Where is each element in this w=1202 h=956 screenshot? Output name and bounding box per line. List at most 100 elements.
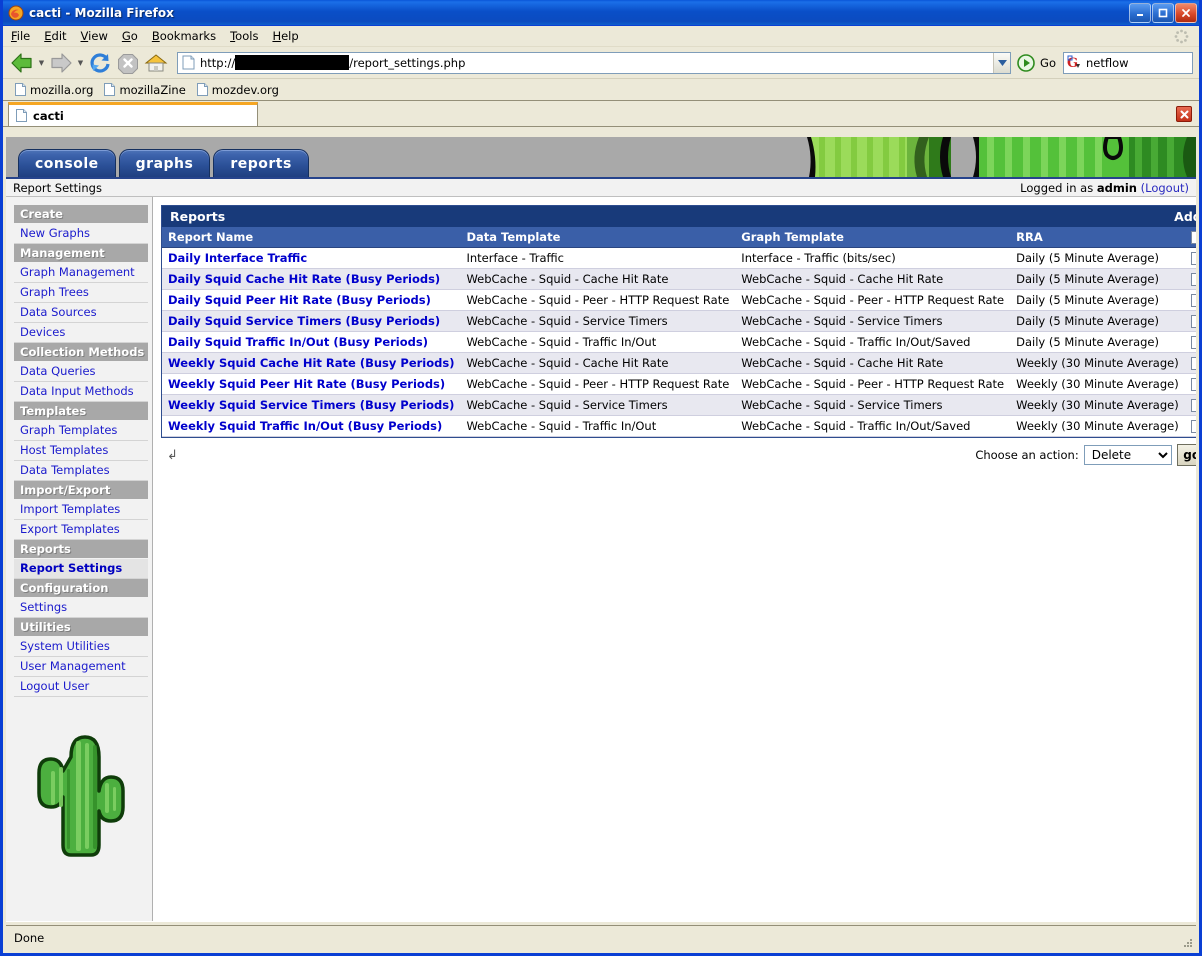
column-report-name[interactable]: Report Name <box>162 227 461 248</box>
bookmark-mozdev-org[interactable]: mozdev.org <box>193 82 283 98</box>
action-select[interactable]: Delete <box>1083 445 1172 465</box>
tab-label: cacti <box>33 108 64 123</box>
go-label[interactable]: Go <box>1040 56 1056 70</box>
report-name-link[interactable]: Weekly Squid Traffic In/Out (Busy Period… <box>168 419 442 433</box>
report-name-link[interactable]: Weekly Squid Peer Hit Rate (Busy Periods… <box>168 377 445 391</box>
row-checkbox[interactable] <box>1190 399 1196 412</box>
cacti-tab-graphs[interactable]: graphs <box>118 149 211 177</box>
select-all-checkbox[interactable] <box>1190 231 1196 244</box>
cell-rra: Weekly (30 Minute Average) <box>1010 415 1185 437</box>
sidebar-item-system-utilities[interactable]: System Utilities <box>14 637 148 657</box>
row-checkbox[interactable] <box>1190 273 1196 286</box>
search-bar[interactable]: G netflow <box>1063 51 1193 74</box>
column-graph-template[interactable]: Graph Template <box>735 227 1011 248</box>
sidebar-item-devices[interactable]: Devices <box>14 323 148 343</box>
cell-select <box>1184 394 1196 416</box>
row-checkbox[interactable] <box>1190 252 1196 265</box>
sidebar-header-management: Management <box>14 244 148 262</box>
back-history-dropdown[interactable]: ▼ <box>37 50 46 76</box>
sidebar-item-data-sources[interactable]: Data Sources <box>14 303 148 323</box>
close-button[interactable] <box>1175 2 1197 23</box>
menubar: File Edit View Go Bookmarks Tools Help <box>3 26 1199 47</box>
bookmark-mozillazine[interactable]: mozillaZine <box>100 82 189 98</box>
sidebar-item-report-settings[interactable]: Report Settings <box>14 559 148 579</box>
tab-strip: cacti <box>3 101 1199 127</box>
sidebar-item-graph-management[interactable]: Graph Management <box>14 263 148 283</box>
close-tab-icon[interactable] <box>1176 106 1192 122</box>
report-name-link[interactable]: Daily Squid Peer Hit Rate (Busy Periods) <box>168 293 431 307</box>
search-input-value[interactable]: netflow <box>1086 56 1129 70</box>
login-prefix: Logged in as <box>1020 180 1094 195</box>
bookmark-label: mozilla.org <box>30 82 94 97</box>
report-name-link[interactable]: Daily Interface Traffic <box>168 251 307 265</box>
sidebar-item-data-queries[interactable]: Data Queries <box>14 362 148 382</box>
sidebar-item-user-management[interactable]: User Management <box>14 657 148 677</box>
report-name-link[interactable]: Daily Squid Service Timers (Busy Periods… <box>168 314 440 328</box>
cactus-banner-art <box>801 137 1196 177</box>
forward-history-dropdown[interactable]: ▼ <box>76 50 85 76</box>
cell-data-template: WebCache - Squid - Service Timers <box>460 394 736 416</box>
report-name-link[interactable]: Weekly Squid Service Timers (Busy Period… <box>168 398 454 412</box>
cacti-tab-console[interactable]: console <box>18 149 116 177</box>
url-bar[interactable]: http:// /report_settings.php <box>177 51 1012 74</box>
reload-icon[interactable] <box>87 50 113 76</box>
sidebar-item-export-templates[interactable]: Export Templates <box>14 520 148 540</box>
column-data-template[interactable]: Data Template <box>460 227 736 248</box>
cell-rra: Daily (5 Minute Average) <box>1010 310 1185 332</box>
cacti-nav-tabs: console graphs reports <box>6 149 309 177</box>
menu-bookmarks[interactable]: Bookmarks <box>152 29 216 43</box>
cell-select <box>1184 331 1196 353</box>
back-arrow-icon[interactable] <box>9 50 35 76</box>
row-checkbox[interactable] <box>1190 378 1196 391</box>
menu-view[interactable]: View <box>81 29 108 43</box>
menu-file[interactable]: File <box>11 29 30 43</box>
sidebar-item-new-graphs[interactable]: New Graphs <box>14 224 148 244</box>
maximize-button[interactable] <box>1152 2 1174 23</box>
sidebar-item-settings[interactable]: Settings <box>14 598 148 618</box>
logout-link[interactable]: (Logout) <box>1141 181 1189 195</box>
cell-graph-template: WebCache - Squid - Cache Hit Rate <box>735 268 1011 290</box>
report-name-link[interactable]: Daily Squid Cache Hit Rate (Busy Periods… <box>168 272 440 286</box>
sidebar-item-graph-templates[interactable]: Graph Templates <box>14 421 148 441</box>
menu-tools[interactable]: Tools <box>230 29 258 43</box>
cacti-tab-reports[interactable]: reports <box>213 149 309 177</box>
row-checkbox[interactable] <box>1190 315 1196 328</box>
go-button[interactable]: go <box>1176 444 1196 466</box>
menu-help[interactable]: Help <box>272 29 298 43</box>
cell-graph-template: WebCache - Squid - Traffic In/Out/Saved <box>735 331 1011 353</box>
row-checkbox[interactable] <box>1190 357 1196 370</box>
go-arrow-icon[interactable] <box>1017 53 1035 72</box>
sidebar-item-data-input-methods[interactable]: Data Input Methods <box>14 382 148 402</box>
row-checkbox[interactable] <box>1190 336 1196 349</box>
sub-arrow-icon: ↲ <box>167 447 178 463</box>
row-checkbox[interactable] <box>1190 420 1196 433</box>
cell-report-name: Weekly Squid Cache Hit Rate (Busy Period… <box>162 352 461 374</box>
google-g-icon[interactable]: G <box>1067 55 1083 70</box>
menu-edit[interactable]: Edit <box>44 29 66 43</box>
sidebar-item-import-templates[interactable]: Import Templates <box>14 500 148 520</box>
add-report-link[interactable]: Add <box>1174 209 1196 224</box>
sidebar-header-import-export: Import/Export <box>14 481 148 499</box>
window-title: cacti - Mozilla Firefox <box>29 5 174 20</box>
cell-select <box>1184 289 1196 311</box>
url-history-dropdown[interactable] <box>993 52 1011 73</box>
report-name-link[interactable]: Weekly Squid Cache Hit Rate (Busy Period… <box>168 356 454 370</box>
sidebar-item-logout-user[interactable]: Logout User <box>14 677 148 697</box>
minimize-button[interactable] <box>1129 2 1151 23</box>
bookmark-mozilla-org[interactable]: mozilla.org <box>11 82 97 98</box>
sidebar-item-graph-trees[interactable]: Graph Trees <box>14 283 148 303</box>
status-bar: Done <box>6 925 1196 950</box>
url-redacted-block <box>235 55 350 70</box>
column-rra[interactable]: RRA <box>1010 227 1185 248</box>
reports-panel: Reports Add Report Name Data Template Gr… <box>161 205 1196 438</box>
report-name-link[interactable]: Daily Squid Traffic In/Out (Busy Periods… <box>168 335 428 349</box>
resize-grip-icon[interactable] <box>1180 935 1194 949</box>
home-icon[interactable] <box>143 50 169 76</box>
sidebar-item-host-templates[interactable]: Host Templates <box>14 441 148 461</box>
tab-cacti[interactable]: cacti <box>8 102 258 126</box>
table-row: Daily Squid Peer Hit Rate (Busy Periods)… <box>162 289 1196 311</box>
row-checkbox[interactable] <box>1190 294 1196 307</box>
sidebar-item-data-templates[interactable]: Data Templates <box>14 461 148 481</box>
menu-go[interactable]: Go <box>122 29 138 43</box>
cactus-logo <box>37 735 125 857</box>
